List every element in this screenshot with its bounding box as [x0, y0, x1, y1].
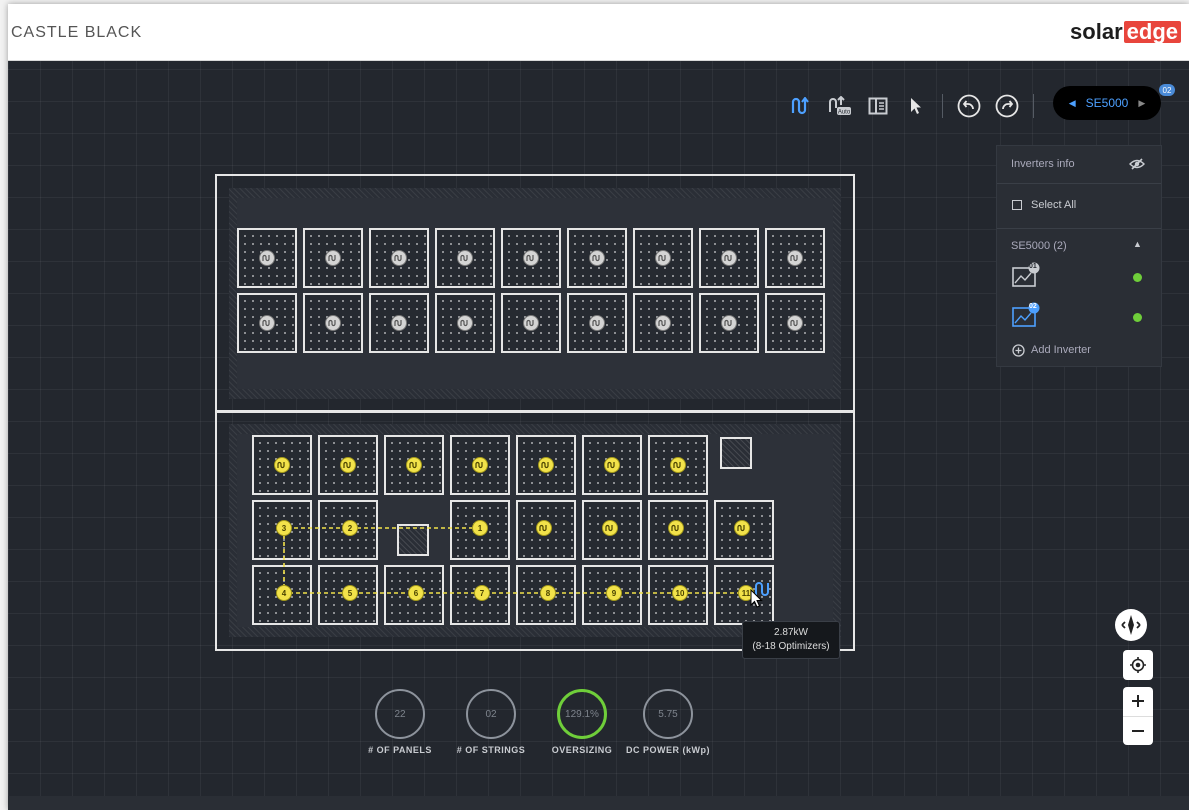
stat-strings: 02 # OF STRINGS: [449, 689, 533, 755]
mouse-cursor-icon: [750, 589, 763, 608]
locate-icon: [1130, 657, 1146, 673]
compass-button[interactable]: [1115, 609, 1147, 641]
stat-panels: 22 # OF PANELS: [358, 689, 442, 755]
string-optimizer-10[interactable]: 10: [672, 585, 688, 601]
string-optimizer-7[interactable]: 7: [474, 585, 490, 601]
zoom-out-icon: [1132, 729, 1144, 732]
stat-panels-ring: 22: [375, 689, 425, 739]
zoom-controls: [1123, 687, 1153, 745]
string-optimizer-4[interactable]: 4: [276, 585, 292, 601]
stat-dc-power-label: DC POWER (kWp): [626, 745, 710, 755]
stat-dc-power-ring: 5.75: [643, 689, 693, 739]
locate-button[interactable]: [1123, 650, 1153, 680]
string-optimizer-5[interactable]: 5: [342, 585, 358, 601]
stat-oversizing-label: OVERSIZING: [551, 745, 613, 755]
zoom-in-button[interactable]: [1123, 687, 1153, 717]
string-optimizer-6[interactable]: 6: [408, 585, 424, 601]
stat-oversizing-ring: 129.1%: [557, 689, 607, 739]
stat-panels-label: # OF PANELS: [368, 745, 432, 755]
string-line: [283, 527, 746, 594]
string-optimizer-1[interactable]: 1: [472, 520, 488, 536]
string-optimizer-2[interactable]: 2: [342, 520, 358, 536]
stat-strings-ring: 02: [466, 689, 516, 739]
tooltip-power: 2.87kW: [774, 627, 808, 638]
zoom-in-icon: [1132, 695, 1144, 708]
zoom-out-button[interactable]: [1123, 717, 1153, 746]
stat-dc-power: 5.75 DC POWER (kWp): [618, 689, 718, 755]
stat-oversizing: 129.1% OVERSIZING: [540, 689, 624, 755]
string-power-tooltip: 2.87kW (8-18 Optimizers): [742, 621, 840, 659]
status-strip: [8, 796, 1189, 810]
string-optimizer-8[interactable]: 8: [540, 585, 556, 601]
app-window: CASTLE BLACK solar edge Auto ◀ SE5000 ▶ …: [8, 4, 1189, 810]
string-optimizer-9[interactable]: 9: [606, 585, 622, 601]
compass-icon: [1121, 615, 1141, 635]
tooltip-optimizer-range: (8-18 Optimizers): [752, 641, 830, 652]
stat-strings-label: # OF STRINGS: [456, 745, 526, 755]
string-optimizer-3[interactable]: 3: [276, 520, 292, 536]
